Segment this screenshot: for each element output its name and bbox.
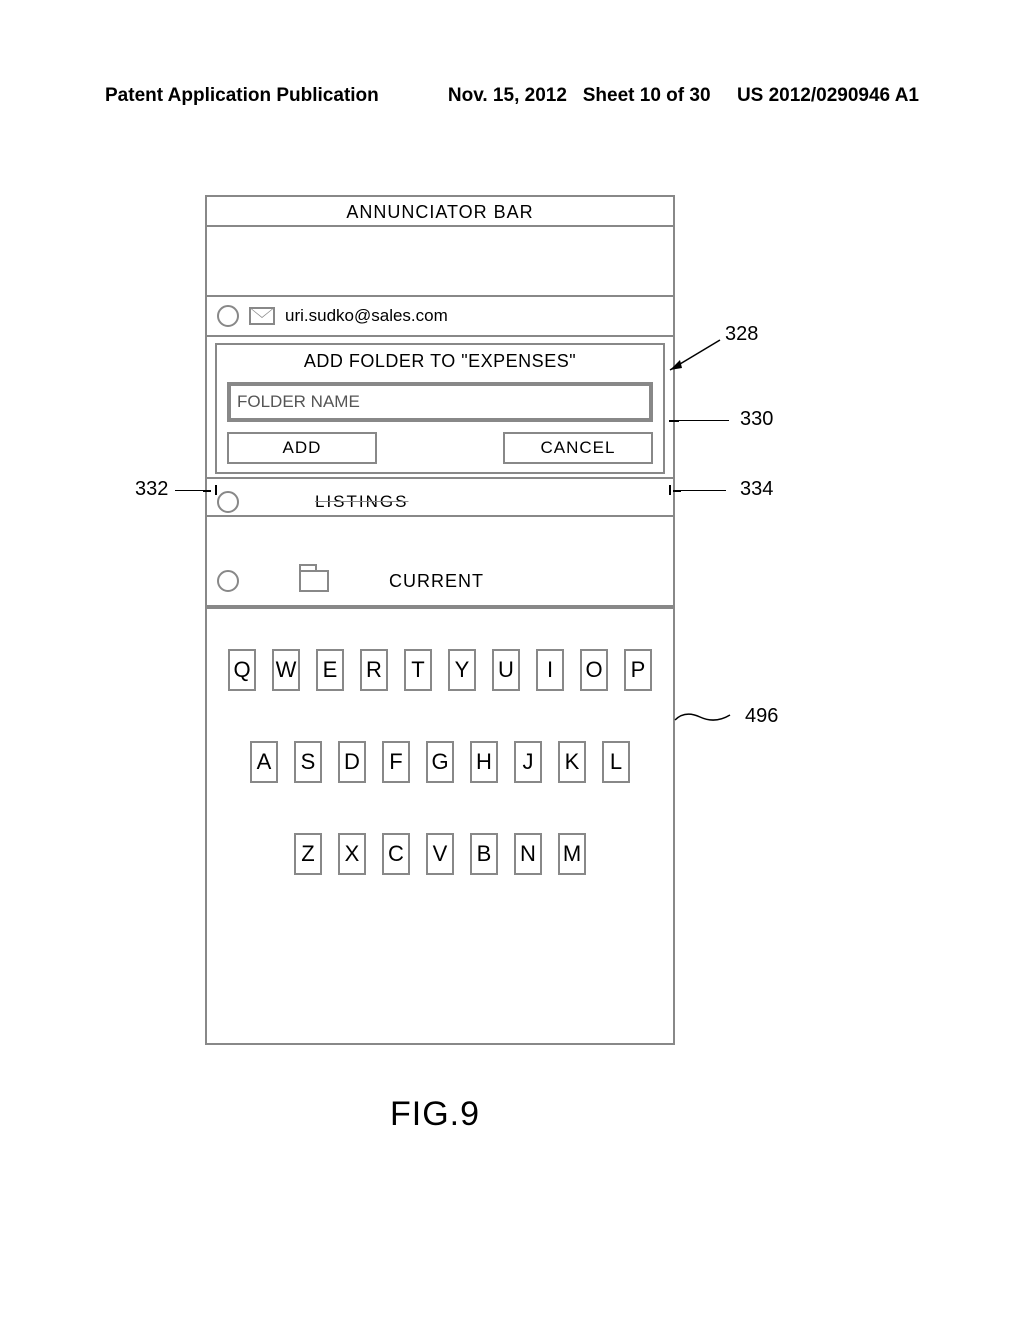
listings-label: LISTINGS <box>315 492 408 512</box>
key-j[interactable]: J <box>514 741 542 783</box>
add-button[interactable]: ADD <box>227 432 377 464</box>
callout-496: 496 <box>745 705 778 728</box>
key-c[interactable]: C <box>382 833 410 875</box>
account-email: uri.sudko@sales.com <box>285 306 448 326</box>
callout-332: 332 <box>135 478 168 501</box>
tick-332-b <box>215 485 217 495</box>
tick-330-l <box>669 420 679 422</box>
listings-row[interactable]: LISTINGS <box>207 477 673 517</box>
key-g[interactable]: G <box>426 741 454 783</box>
leader-334 <box>681 490 726 491</box>
key-k[interactable]: K <box>558 741 586 783</box>
radio-icon <box>217 491 239 513</box>
envelope-icon <box>249 307 275 325</box>
tick-334-b <box>673 490 681 492</box>
keyboard: QWERTYUIOP ASDFGHJKL ZXCVBNM <box>207 607 673 1043</box>
key-b[interactable]: B <box>470 833 498 875</box>
kb-row-1: QWERTYUIOP <box>207 649 673 691</box>
current-label: CURRENT <box>389 571 484 592</box>
device-frame: ANNUNCIATOR BAR uri.sudko@sales.com ADD … <box>205 195 675 1045</box>
key-d[interactable]: D <box>338 741 366 783</box>
key-p[interactable]: P <box>624 649 652 691</box>
kb-row-3: ZXCVBNM <box>207 833 673 875</box>
key-l[interactable]: L <box>602 741 630 783</box>
add-folder-dialog: ADD FOLDER TO "EXPENSES" FOLDER NAME ADD… <box>215 343 665 474</box>
folder-icon <box>299 570 329 592</box>
figure-label: FIG.9 <box>390 1095 480 1134</box>
key-x[interactable]: X <box>338 833 366 875</box>
folder-name-placeholder: FOLDER NAME <box>237 392 360 412</box>
tick-334-a <box>669 485 671 495</box>
callout-334: 334 <box>740 478 773 501</box>
key-q[interactable]: Q <box>228 649 256 691</box>
header-right: Nov. 15, 2012 Sheet 10 of 30 US 2012/029… <box>448 85 919 107</box>
callout-328: 328 <box>725 323 758 346</box>
key-z[interactable]: Z <box>294 833 322 875</box>
key-r[interactable]: R <box>360 649 388 691</box>
folder-name-input[interactable]: FOLDER NAME <box>227 382 653 422</box>
key-n[interactable]: N <box>514 833 542 875</box>
key-a[interactable]: A <box>250 741 278 783</box>
key-o[interactable]: O <box>580 649 608 691</box>
key-s[interactable]: S <box>294 741 322 783</box>
blank-strip <box>207 227 673 297</box>
key-i[interactable]: I <box>536 649 564 691</box>
leader-496 <box>675 705 755 735</box>
leader-330 <box>679 420 729 421</box>
key-t[interactable]: T <box>404 649 432 691</box>
page-header: Patent Application Publication Nov. 15, … <box>105 85 919 107</box>
key-e[interactable]: E <box>316 649 344 691</box>
dialog-title: ADD FOLDER TO "EXPENSES" <box>217 345 663 382</box>
leader-332 <box>175 490 205 491</box>
tick-332-a <box>203 490 211 492</box>
account-row[interactable]: uri.sudko@sales.com <box>207 297 673 337</box>
annunciator-bar: ANNUNCIATOR BAR <box>207 197 673 227</box>
key-m[interactable]: M <box>558 833 586 875</box>
key-f[interactable]: F <box>382 741 410 783</box>
cancel-button[interactable]: CANCEL <box>503 432 653 464</box>
callout-330: 330 <box>740 408 773 431</box>
kb-row-2: ASDFGHJKL <box>207 741 673 783</box>
key-v[interactable]: V <box>426 833 454 875</box>
radio-icon <box>217 570 239 592</box>
key-u[interactable]: U <box>492 649 520 691</box>
current-folder-row[interactable]: CURRENT <box>207 557 673 607</box>
dialog-buttons: ADD CANCEL <box>217 432 663 464</box>
key-y[interactable]: Y <box>448 649 476 691</box>
key-h[interactable]: H <box>470 741 498 783</box>
header-left: Patent Application Publication <box>105 85 379 107</box>
key-w[interactable]: W <box>272 649 300 691</box>
radio-icon <box>217 305 239 327</box>
